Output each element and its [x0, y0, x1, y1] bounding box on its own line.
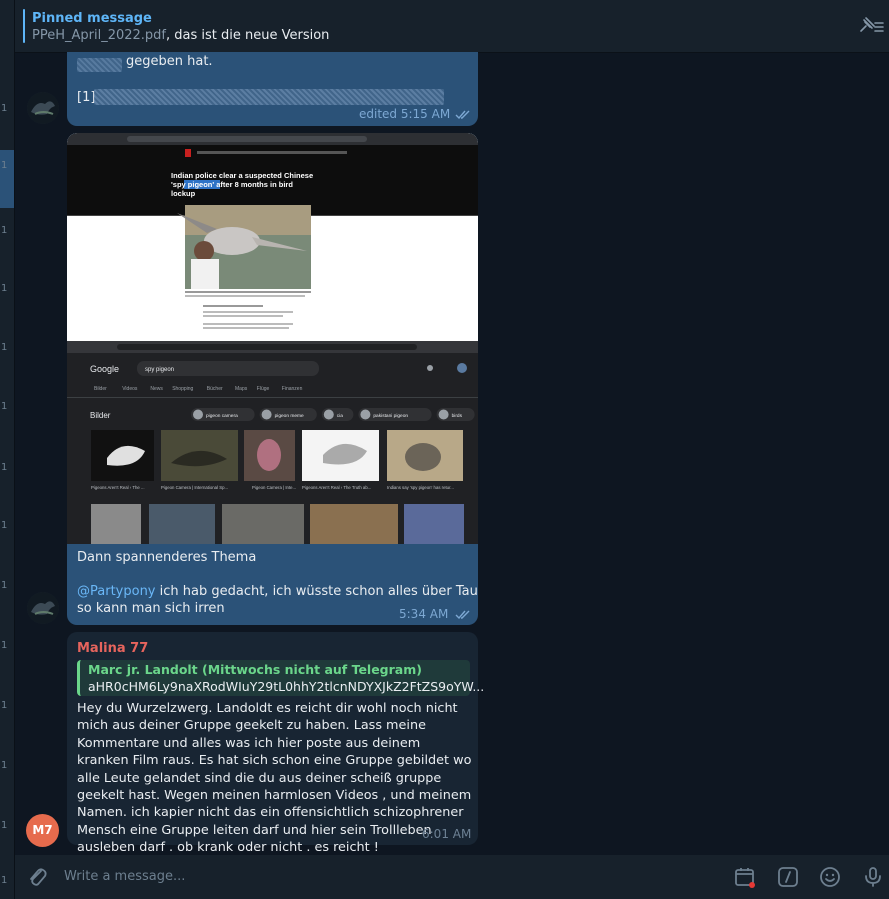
avatar[interactable] [27, 92, 59, 124]
chat-list-item-marker[interactable]: 1 [1, 700, 7, 711]
reply-author: Marc jr. Landolt (Mittwochs nicht auf Te… [88, 662, 422, 677]
message-bubble-2[interactable]: Indian police clear a suspected Chinese … [67, 133, 478, 625]
search-tab: Maps [235, 386, 248, 392]
sender-name[interactable]: Malina 77 [77, 641, 148, 656]
search-tab: Videos [122, 386, 138, 392]
search-chip-label: birds [452, 413, 463, 419]
image-result-title: Pigeons Aren't Real › The ... [91, 485, 145, 490]
message-time: 6:01 AM [422, 827, 472, 841]
search-chip-label: pakistani pigeon [373, 413, 408, 419]
search-query: spy pigeon [145, 367, 174, 373]
search-chip-thumbnail [193, 409, 203, 420]
chat-list-item-marker[interactable]: 1 [1, 580, 7, 591]
chat-list-item-marker[interactable]: 1 [1, 760, 7, 771]
pinned-text-rest: , das ist die neue Version [166, 28, 330, 43]
chat-list-item-marker[interactable]: 1 [1, 283, 7, 294]
search-tab: Shopping [172, 386, 193, 392]
blurred-text [94, 89, 444, 105]
chat-list-item-marker[interactable]: 1 [1, 225, 7, 236]
message-time: 5:34 AM [399, 607, 449, 621]
avatar-image [27, 92, 59, 124]
pinned-text: PPeH_April_2022.pdf, das ist die neue Ve… [32, 28, 329, 43]
reply-text: aHR0cHM6Ly9naXRodWIuY29tL0hhY2tlcnNDYXJk… [88, 679, 485, 694]
google-brand: Google [90, 364, 119, 374]
selected-chat-indicator[interactable] [0, 150, 14, 208]
search-chip-thumbnail [360, 409, 371, 420]
avatar-image [27, 592, 59, 624]
search-tab: Bücher [207, 386, 223, 392]
read-checks-icon [455, 110, 470, 120]
images-heading: Bilder [90, 411, 111, 420]
search-chip-thumbnail [323, 409, 334, 420]
search-chip-thumbnail [438, 409, 449, 420]
reply-preview[interactable]: Marc jr. Landolt (Mittwochs nicht auf Te… [77, 660, 484, 696]
attach-icon[interactable] [25, 865, 49, 889]
message-text: gegeben hat. [126, 54, 213, 69]
message-text: Hey du Wurzelzwerg. Landoldt es reicht d… [77, 701, 472, 856]
bot-command-icon[interactable] [776, 865, 800, 889]
avatar[interactable]: M7 [26, 814, 59, 847]
caption-line-3: so kann man sich irren [77, 601, 225, 616]
microphone-icon[interactable] [861, 865, 885, 889]
chat-list-item-marker[interactable]: 1 [1, 640, 7, 651]
chat-list-item-marker[interactable]: 1 [1, 462, 7, 473]
avatar[interactable] [27, 592, 59, 624]
pinned-file: PPeH_April_2022.pdf [32, 28, 166, 43]
search-chip-thumbnail [261, 409, 272, 420]
caption-text: ich hab gedacht, ich wüsste schon alles … [159, 584, 478, 599]
message-time: edited 5:15 AM [359, 107, 451, 121]
message-composer: Write a message... [15, 855, 889, 899]
read-checks-icon [455, 610, 470, 620]
caption-line-1: Dann spannenderes Thema [77, 550, 257, 565]
pin-list-icon[interactable] [857, 16, 885, 38]
image-result-title: Pigeon Camera | Inte... [252, 485, 296, 490]
headline-line-3: lockup [171, 189, 196, 198]
image-result-title: Pigeons Aren't Real › The Truth ab... [302, 485, 371, 490]
chat-list-item-marker[interactable]: 1 [1, 103, 7, 114]
search-chip-label: cia [337, 413, 343, 419]
image-result-title: Pigeon Camera | International Sp... [161, 485, 228, 490]
search-tab: News [150, 386, 163, 392]
image-result-title: Indians say 'spy pigeon' has retur... [387, 485, 454, 490]
pinned-message-bar[interactable]: Pinned message PPeH_April_2022.pdf, das … [15, 0, 889, 53]
chat-list-item-marker[interactable]: 1 [1, 342, 7, 353]
message-bubble-3[interactable]: Malina 77 Marc jr. Landolt (Mittwochs ni… [67, 632, 484, 855]
mention-link[interactable]: @Partypony [77, 584, 156, 599]
schedule-icon[interactable] [733, 865, 757, 889]
headline-line-2: 'spy pigeon' after 8 months in bird [171, 180, 293, 189]
chat-list-item-marker[interactable]: 1 [1, 875, 7, 886]
chat-list-item-marker[interactable]: 1 [1, 160, 7, 171]
message-text: [1] [77, 90, 96, 105]
blurred-text [77, 58, 122, 72]
chat-list-item-marker[interactable]: 1 [1, 401, 7, 412]
message-bubble-1[interactable]: gegeben hat. [1] edited 5:15 AM [67, 52, 478, 126]
search-chip-label: pigeon camera [206, 413, 238, 419]
chat-list-strip: 1 1 1 1 1 1 1 1 1 1 1 1 1 1 [0, 0, 14, 899]
pinned-title: Pinned message [32, 11, 152, 26]
message-input[interactable]: Write a message... [64, 869, 185, 884]
message-image[interactable]: Indian police clear a suspected Chinese … [67, 133, 478, 544]
headline-line-1: Indian police clear a suspected Chinese [171, 171, 313, 180]
search-tab: Bilder [94, 386, 107, 392]
pinned-accent-bar [23, 9, 25, 43]
search-chip-label: pigeon meme [275, 413, 304, 419]
search-tab: Flüge [257, 386, 270, 392]
search-tab: Finanzen [282, 386, 303, 392]
chat-list-item-marker[interactable]: 1 [1, 820, 7, 831]
chat-list-item-marker[interactable]: 1 [1, 520, 7, 531]
browser-screenshot: Indian police clear a suspected Chinese … [67, 133, 478, 544]
caption-line-2: @Partypony ich hab gedacht, ich wüsste s… [77, 584, 478, 599]
emoji-icon[interactable] [818, 865, 842, 889]
panel-divider [14, 0, 15, 899]
